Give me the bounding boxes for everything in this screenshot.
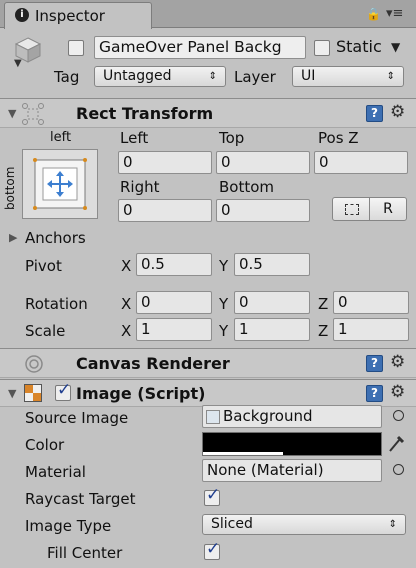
lock-icon[interactable]: 🔒 [366,7,381,21]
updown-arrows-icon: ⇕ [386,71,395,82]
material-label: Material [25,463,86,481]
layer-dropdown[interactable]: UI ⇕ [292,66,404,87]
rect-transform-icon [22,103,44,125]
canvas-renderer-title: Canvas Renderer [76,354,230,373]
source-image-value: Background [223,407,313,425]
top-label: Top [219,129,245,147]
gear-icon[interactable]: ⚙ [390,384,405,401]
image-type-label: Image Type [25,517,112,535]
gear-icon[interactable]: ⚙ [390,354,405,371]
sprite-icon [206,410,220,424]
rotation-x-label: X [121,295,132,313]
scale-z-field[interactable]: 1 [333,318,409,341]
left-field[interactable]: 0 [118,151,212,174]
material-field[interactable]: None (Material) [202,459,382,482]
right-label: Right [120,178,160,196]
foldout-expanded-icon[interactable]: ▼ [8,107,16,120]
pivot-x-label: X [121,257,132,275]
rotation-z-label: Z [318,295,329,313]
help-icon[interactable]: ? [366,355,383,372]
left-label: Left [120,129,149,147]
scale-y-field[interactable]: 1 [234,318,310,341]
fill-center-checkbox[interactable]: ✓ [204,539,220,560]
raw-edit-button[interactable]: R [369,197,407,221]
image-component-icon [24,384,42,402]
fill-center-label: Fill Center [47,544,123,562]
tab-menu-icon[interactable]: ▾≡ [386,6,403,21]
anchor-preset-icon [33,158,87,210]
posz-field[interactable]: 0 [314,151,408,174]
right-field[interactable]: 0 [118,199,212,222]
help-icon[interactable]: ? [366,105,383,122]
rotation-label: Rotation [25,295,88,313]
pivot-label: Pivot [25,257,62,275]
rotation-y-field[interactable]: 0 [234,291,310,314]
image-title: Image (Script) [76,384,206,403]
bottom-field[interactable]: 0 [216,199,310,222]
updown-arrows-icon: ⇕ [208,71,217,82]
alpha-bar [203,452,284,455]
rotation-z-field[interactable]: 0 [333,291,409,314]
layer-value: UI [301,68,316,84]
rect-transform-header[interactable]: ▼ Rect Transform ? ⚙ [0,98,416,128]
tag-label: Tag [54,68,80,86]
rotation-y-label: Y [219,295,229,313]
rotation-x-field[interactable]: 0 [136,291,212,314]
blueprint-mode-button[interactable] [332,197,370,221]
image-enabled-checkbox[interactable]: ✓ [55,380,71,401]
info-icon: i [15,8,29,22]
top-field[interactable]: 0 [216,151,310,174]
pivot-x-field[interactable]: 0.5 [136,253,212,276]
image-header[interactable]: ▼ ✓ Image (Script) ? ⚙ [0,379,416,407]
tab-title: Inspector [35,7,105,25]
gameobject-name-field[interactable]: GameOver Panel Backg [94,36,306,59]
anchor-preset-side-label: bottom [3,166,17,210]
static-label: Static [336,37,382,56]
raycast-target-label: Raycast Target [25,490,136,508]
color-swatch[interactable] [202,432,382,456]
dashed-rect-icon [345,204,359,215]
rect-transform-title: Rect Transform [76,104,214,123]
bottom-label: Bottom [219,178,275,196]
scale-x-field[interactable]: 1 [136,318,212,341]
anchors-label[interactable]: Anchors [25,229,86,247]
object-picker-icon[interactable] [393,410,404,421]
image-type-dropdown[interactable]: Sliced ⇕ [202,514,406,535]
eyedropper-icon[interactable] [386,432,406,454]
help-icon[interactable]: ? [366,385,383,402]
tag-value: Untagged [103,68,172,84]
object-picker-icon[interactable] [393,464,404,475]
canvas-renderer-header[interactable]: Canvas Renderer ? ⚙ [0,348,416,378]
updown-arrows-icon: ⇕ [388,519,397,530]
pivot-y-label: Y [219,257,229,275]
canvas-renderer-icon [24,354,44,374]
anchor-preset-top-label: left [50,130,72,145]
gear-icon[interactable]: ⚙ [390,104,405,121]
scale-label: Scale [25,322,66,340]
color-label: Color [25,436,65,454]
scale-z-label: Z [318,322,329,340]
foldout-expanded-icon[interactable]: ▼ [8,387,16,400]
source-image-label: Source Image [25,409,129,427]
inspector-tab[interactable]: i Inspector [4,2,152,29]
gameobject-icon-dropdown-icon[interactable]: ▼ [14,58,22,69]
static-checkbox[interactable] [314,40,330,56]
raycast-target-checkbox[interactable]: ✓ [204,485,220,506]
foldout-collapsed-icon[interactable]: ▶ [9,231,17,244]
image-type-value: Sliced [211,516,253,532]
source-image-field[interactable]: Background [202,405,382,428]
posz-label: Pos Z [318,129,359,147]
layer-label: Layer [234,68,276,86]
pivot-y-field[interactable]: 0.5 [234,253,310,276]
scale-x-label: X [121,322,132,340]
active-checkbox[interactable] [68,40,84,56]
scale-y-label: Y [219,322,229,340]
anchor-presets-button[interactable] [22,149,98,219]
tag-dropdown[interactable]: Untagged ⇕ [94,66,226,87]
static-dropdown-icon[interactable]: ▼ [391,40,400,54]
